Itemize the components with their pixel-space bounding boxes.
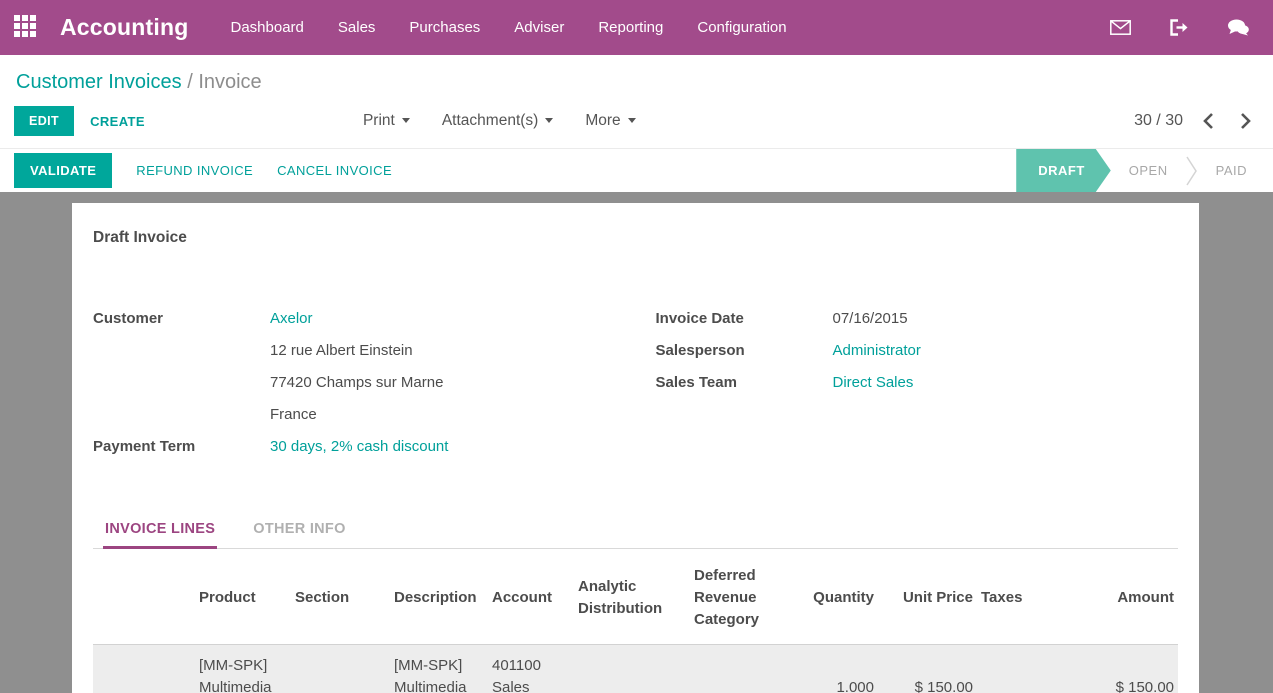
payment-term-label: Payment Term [93, 431, 270, 463]
field-salesperson: Salesperson Administrator [656, 335, 1179, 367]
nav-item-sales[interactable]: Sales [338, 19, 376, 36]
cell-deferred-revenue-category[interactable] [690, 645, 767, 693]
create-button[interactable]: CREATE [90, 114, 145, 129]
col-account[interactable]: Account [488, 551, 574, 645]
messages-envelope-icon[interactable] [1110, 20, 1131, 35]
invoice-date-value: 07/16/2015 [833, 303, 908, 335]
col-deferred-revenue-category[interactable]: Deferred Revenue Category [690, 551, 767, 645]
col-analytic-distribution[interactable]: Analytic Distribution [574, 551, 690, 645]
statusbar: VALIDATE REFUND INVOICE CANCEL INVOICE D… [0, 148, 1273, 192]
invoice-date-label: Invoice Date [656, 303, 833, 335]
chevron-down-icon [545, 118, 553, 123]
cell-taxes[interactable] [977, 645, 1072, 693]
state-paid[interactable]: PAID [1198, 163, 1265, 178]
salesperson-label: Salesperson [656, 335, 833, 367]
nav-item-configuration[interactable]: Configuration [697, 19, 786, 36]
sales-team-value-link[interactable]: Direct Sales [833, 367, 914, 399]
record-pager: 30 / 30 [1134, 112, 1257, 130]
customer-address-city: 77420 Champs sur Marne [270, 367, 636, 399]
col-product[interactable]: Product [195, 551, 291, 645]
tab-other-info[interactable]: OTHER INFO [251, 513, 347, 549]
state-draft[interactable]: DRAFT [1016, 149, 1111, 192]
cell-product[interactable]: [MM-SPK] Multimedia Speakers [195, 645, 291, 693]
chevron-down-icon [628, 118, 636, 123]
action-button-row: EDIT CREATE Print Attachment(s) More 30 … [14, 98, 1259, 148]
pager-value: 30 / 30 [1134, 112, 1183, 130]
table-row[interactable]: [MM-SPK] Multimedia Speakers [MM-SPK] Mu… [93, 645, 1178, 693]
control-panel: Customer Invoices / Invoice EDIT CREATE … [0, 55, 1273, 148]
notebook-tabs: INVOICE LINES OTHER INFO [93, 513, 1178, 549]
col-section[interactable]: Section [291, 551, 390, 645]
cell-analytic-distribution[interactable] [574, 645, 690, 693]
state-open[interactable]: OPEN [1111, 163, 1186, 178]
nav-item-adviser[interactable]: Adviser [514, 19, 564, 36]
cell-section[interactable] [291, 645, 390, 693]
cell-description[interactable]: [MM-SPK] Multimedia Speakers [390, 645, 488, 693]
cell-amount[interactable]: $ 150.00 [1072, 645, 1178, 693]
cell-unit-price[interactable]: $ 150.00 [878, 645, 977, 693]
invoice-sheet: Draft Invoice Customer Axelor 12 rue Alb… [72, 203, 1199, 693]
salesperson-value-link[interactable]: Administrator [833, 335, 921, 367]
more-label: More [585, 112, 620, 129]
nav-item-purchases[interactable]: Purchases [409, 19, 480, 36]
field-column-right: Invoice Date 07/16/2015 Salesperson Admi… [636, 303, 1179, 463]
col-unit-price[interactable]: Unit Price [878, 551, 977, 645]
breadcrumb-customer-invoices[interactable]: Customer Invoices [16, 71, 182, 93]
field-column-left: Customer Axelor 12 rue Albert Einstein 7… [93, 303, 636, 463]
field-invoice-date: Invoice Date 07/16/2015 [656, 303, 1179, 335]
breadcrumb: Customer Invoices / Invoice [14, 55, 1259, 98]
form-background: Draft Invoice Customer Axelor 12 rue Alb… [0, 192, 1273, 693]
app-title: Accounting [60, 14, 189, 41]
invoice-title: Draft Invoice [93, 229, 1178, 247]
sign-out-icon[interactable] [1169, 19, 1189, 36]
customer-address-country: France [270, 399, 636, 431]
chat-bubbles-icon[interactable] [1227, 19, 1249, 36]
attachments-dropdown[interactable]: Attachment(s) [442, 112, 553, 130]
customer-label: Customer [93, 303, 270, 335]
breadcrumb-separator: / [187, 71, 198, 93]
cell-handle [93, 645, 195, 693]
cell-account[interactable]: 401100 Sales Account [488, 645, 574, 693]
customer-address-street: 12 rue Albert Einstein [270, 335, 636, 367]
nav-right-icons [1110, 19, 1259, 36]
state-chevron-icon [1186, 156, 1198, 186]
payment-term-value-link[interactable]: 30 days, 2% cash discount [270, 431, 448, 463]
invoice-lines-table: Product Section Description Account Anal… [93, 551, 1178, 693]
col-handle [93, 551, 195, 645]
cell-quantity[interactable]: 1.000 [767, 645, 878, 693]
table-header-row: Product Section Description Account Anal… [93, 551, 1178, 645]
print-dropdown[interactable]: Print [363, 112, 410, 130]
breadcrumb-current: Invoice [198, 71, 261, 93]
col-amount[interactable]: Amount [1072, 551, 1178, 645]
validate-button[interactable]: VALIDATE [14, 153, 112, 188]
refund-invoice-button[interactable]: REFUND INVOICE [136, 163, 253, 178]
customer-value-link[interactable]: Axelor [270, 303, 313, 335]
status-states: DRAFT OPEN PAID [1016, 149, 1273, 192]
chevron-down-icon [402, 118, 410, 123]
field-sales-team: Sales Team Direct Sales [656, 367, 1179, 399]
dropdown-group: Print Attachment(s) More [363, 112, 636, 130]
nav-item-dashboard[interactable]: Dashboard [231, 19, 304, 36]
pager-previous-icon[interactable] [1197, 112, 1220, 130]
nav-item-reporting[interactable]: Reporting [598, 19, 663, 36]
edit-button[interactable]: EDIT [14, 106, 74, 136]
sales-team-label: Sales Team [656, 367, 833, 399]
field-grid: Customer Axelor 12 rue Albert Einstein 7… [93, 303, 1178, 463]
col-taxes[interactable]: Taxes [977, 551, 1072, 645]
more-dropdown[interactable]: More [585, 112, 635, 130]
print-label: Print [363, 112, 395, 129]
field-payment-term: Payment Term 30 days, 2% cash discount [93, 431, 636, 463]
cancel-invoice-button[interactable]: CANCEL INVOICE [277, 163, 392, 178]
tab-invoice-lines[interactable]: INVOICE LINES [103, 513, 217, 549]
nav-menu: Dashboard Sales Purchases Adviser Report… [231, 19, 787, 36]
col-description[interactable]: Description [390, 551, 488, 645]
field-customer: Customer Axelor [93, 303, 636, 335]
col-quantity[interactable]: Quantity [767, 551, 878, 645]
attachments-label: Attachment(s) [442, 112, 538, 129]
apps-grid-icon[interactable] [14, 15, 40, 41]
pager-next-icon[interactable] [1234, 112, 1257, 130]
top-navbar: Accounting Dashboard Sales Purchases Adv… [0, 0, 1273, 55]
